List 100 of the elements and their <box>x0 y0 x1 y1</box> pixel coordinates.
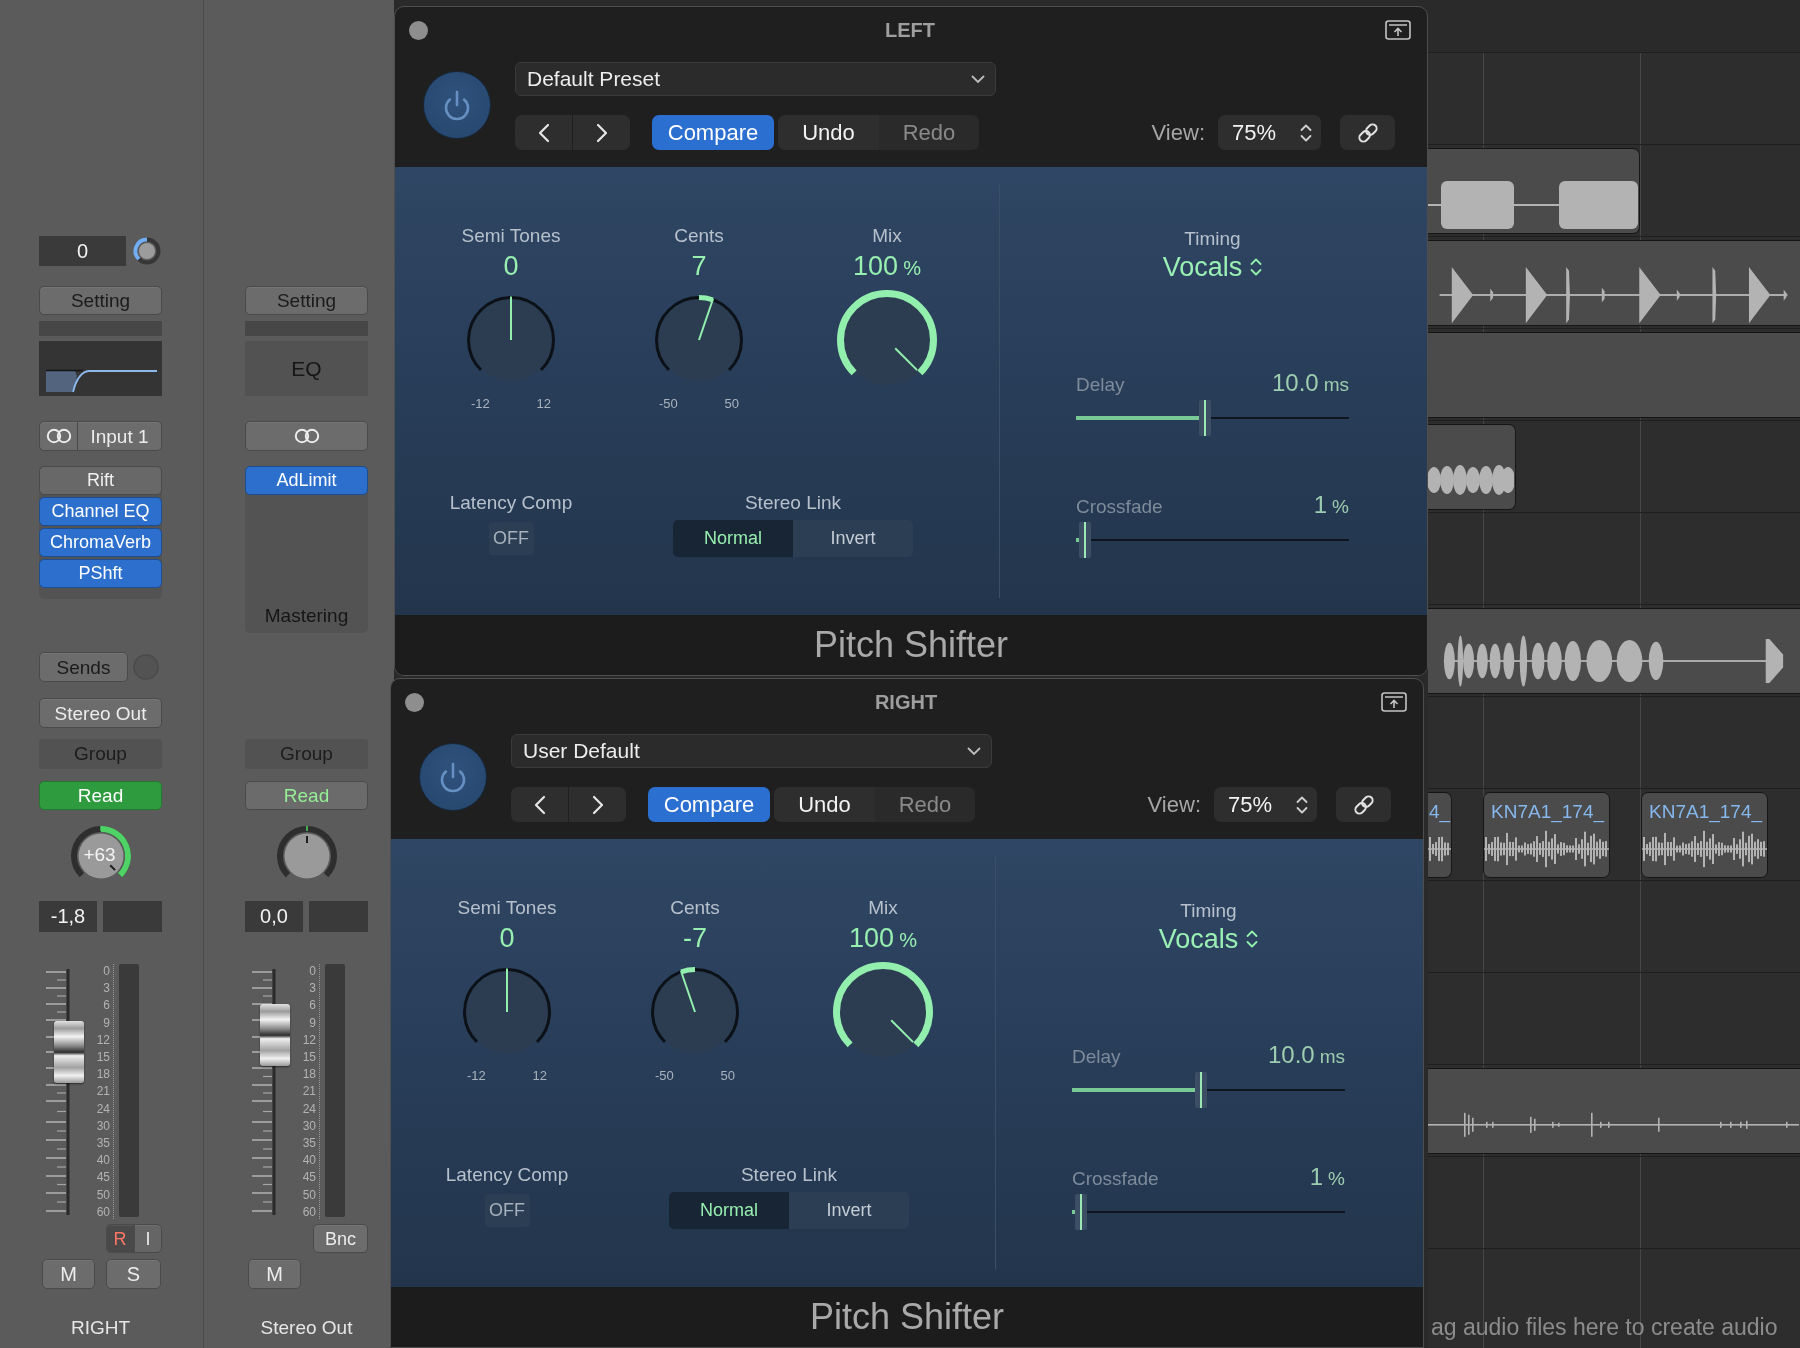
scale-label: 18 <box>302 1067 316 1082</box>
input-monitor-button[interactable]: I <box>134 1224 162 1253</box>
range-label: 50 <box>720 1068 735 1084</box>
scale-label: 40 <box>96 1153 110 1168</box>
scale-label: 0 <box>309 964 316 978</box>
up-down-chevron-icon <box>1300 122 1312 143</box>
back-button[interactable] <box>511 787 568 822</box>
audio-region[interactable] <box>1428 423 1516 510</box>
scale-label: 35 <box>96 1136 110 1151</box>
up-down-chevron-icon <box>1246 929 1259 949</box>
scale-label: 35 <box>302 1136 316 1151</box>
link-button[interactable] <box>1336 787 1391 822</box>
solo-button[interactable]: S <box>106 1259 161 1289</box>
back-button[interactable] <box>515 115 572 150</box>
timing-label: Timing <box>1180 899 1237 923</box>
window-title: RIGHT <box>874 690 938 714</box>
plugin-slot[interactable]: Channel EQ <box>39 497 162 526</box>
plugin-slot[interactable]: AdLimit <box>245 466 368 495</box>
automation-button[interactable]: Read <box>39 781 162 810</box>
forward-button[interactable] <box>569 787 626 822</box>
eq-curve-display[interactable] <box>39 341 162 396</box>
slider-thumb[interactable] <box>1194 1072 1207 1108</box>
plugin-slot[interactable]: ChromaVerb <box>39 528 162 557</box>
fader-handle[interactable] <box>260 1004 290 1067</box>
range-label: -50 <box>655 1068 674 1084</box>
zoom-dropdown[interactable]: 75% <box>1218 115 1321 150</box>
setting-button[interactable]: Setting <box>245 286 368 315</box>
stereo-toggle[interactable] <box>245 421 368 451</box>
input-gain-field[interactable]: 0 <box>39 236 126 266</box>
plugin-slot[interactable]: Rift <box>39 466 162 495</box>
audio-region[interactable] <box>1428 239 1800 326</box>
mute-button[interactable]: M <box>248 1259 301 1289</box>
segment-button[interactable]: Normal <box>669 1192 789 1229</box>
scale-label: 9 <box>309 1015 316 1030</box>
arrow-up-box-icon[interactable] <box>1385 20 1411 40</box>
segment-button[interactable]: Invert <box>789 1192 909 1229</box>
range-label: -50 <box>659 396 678 412</box>
forward-button[interactable] <box>573 115 630 150</box>
preset-dropdown[interactable]: User Default <box>511 734 992 768</box>
link-button[interactable] <box>1340 115 1395 150</box>
knob-label: Mix <box>868 896 898 920</box>
audio-region[interactable]: KN7A1_174_ <box>1641 791 1768 878</box>
audio-region[interactable] <box>1428 147 1640 234</box>
scale-label: 45 <box>302 1170 316 1185</box>
timing-dropdown[interactable]: Vocals <box>1162 251 1263 283</box>
segment-button[interactable]: Normal <box>673 520 793 557</box>
close-button[interactable] <box>405 692 424 712</box>
fader-handle[interactable] <box>54 1021 84 1084</box>
scale-label: 9 <box>103 1015 110 1030</box>
range-label: -12 <box>471 396 490 412</box>
knob-label: Cents <box>674 224 724 248</box>
plugin-name: Pitch Shifter <box>813 624 1009 666</box>
output-button[interactable]: Stereo Out <box>39 698 162 728</box>
slider-thumb[interactable] <box>1198 400 1211 436</box>
slider-thumb[interactable] <box>1078 522 1091 558</box>
audio-region[interactable]: 4_ <box>1428 791 1452 878</box>
region-name: KN7A1_174_ <box>1648 799 1764 823</box>
volume-field[interactable]: 0,0 <box>245 901 303 932</box>
scale-label: 6 <box>309 998 316 1013</box>
latency-comp-button[interactable]: OFF <box>484 1194 530 1227</box>
latency-comp-button[interactable]: OFF <box>488 522 534 555</box>
setting-button[interactable]: Setting <box>39 286 162 315</box>
scale-label: 15 <box>96 1050 110 1064</box>
audio-region[interactable]: KN7A1_174_ <box>1483 791 1610 878</box>
sends-button[interactable]: Sends <box>39 652 128 682</box>
slider-thumb[interactable] <box>1074 1194 1087 1230</box>
record-button[interactable]: R <box>106 1224 134 1253</box>
bounce-button[interactable]: Bnc <box>313 1224 368 1253</box>
preset-dropdown[interactable]: Default Preset <box>515 62 996 96</box>
slider-label: Crossfade <box>1076 496 1163 518</box>
mute-button[interactable]: M <box>42 1259 95 1289</box>
peak-field <box>309 901 368 932</box>
toolbar-button[interactable]: Undo <box>778 115 879 150</box>
knob-label: Semi Tones <box>457 896 557 920</box>
input-button[interactable]: Input 1 <box>78 421 162 451</box>
plugin-slot[interactable]: PShft <box>39 559 162 588</box>
arrow-up-box-icon[interactable] <box>1381 692 1407 712</box>
range-label: 50 <box>724 396 739 412</box>
audio-region[interactable] <box>1428 1067 1800 1154</box>
chevron-left-icon <box>533 794 546 815</box>
peak-field <box>103 901 162 932</box>
close-button[interactable] <box>409 20 428 40</box>
volume-field[interactable]: -1,8 <box>39 901 97 932</box>
toolbar-button[interactable]: Compare <box>648 787 770 822</box>
toolbar-button[interactable]: Undo <box>774 787 875 822</box>
segment-button[interactable]: Invert <box>793 520 913 557</box>
zoom-dropdown[interactable]: 75% <box>1214 787 1317 822</box>
automation-button[interactable]: Read <box>245 781 368 810</box>
unit-label: % <box>1328 1168 1345 1190</box>
gain-knob[interactable] <box>133 237 161 265</box>
slider-value: 10.0 <box>1271 369 1319 397</box>
scale-label: 30 <box>96 1118 110 1133</box>
audio-region[interactable] <box>1428 607 1800 694</box>
region-name: 4_ <box>1428 799 1451 823</box>
timing-dropdown[interactable]: Vocals <box>1158 923 1259 955</box>
scale-label: 24 <box>96 1101 110 1116</box>
toolbar-button[interactable]: Compare <box>652 115 774 150</box>
stereo-toggle[interactable] <box>39 421 78 451</box>
scale-label: 30 <box>302 1118 316 1133</box>
scale-label: 15 <box>302 1050 316 1064</box>
